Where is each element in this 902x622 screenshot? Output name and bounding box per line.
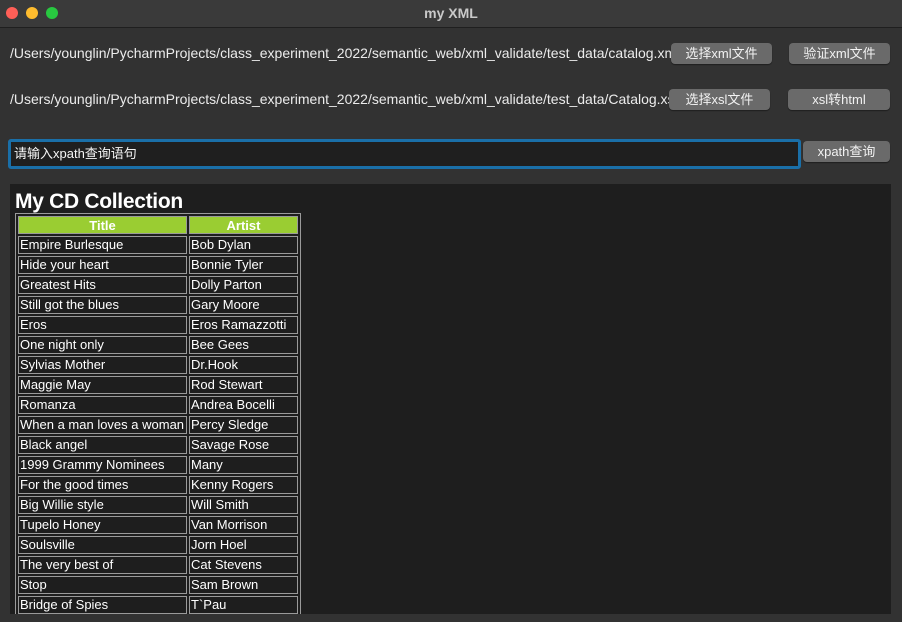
table-row: Big Willie style Will Smith	[18, 496, 298, 514]
table-row: 1999 Grammy Nominees Many	[18, 456, 298, 474]
table-row: Empire Burlesque Bob Dylan	[18, 236, 298, 254]
cell-title: Soulsville	[18, 536, 187, 554]
cell-artist: Many	[189, 456, 298, 474]
cell-title: Big Willie style	[18, 496, 187, 514]
result-heading: My CD Collection	[15, 190, 183, 213]
xpath-input[interactable]	[8, 139, 801, 169]
select-xsl-button[interactable]: 选择xsl文件	[669, 89, 770, 110]
cell-title: Hide your heart	[18, 256, 187, 274]
cell-title: Stop	[18, 576, 187, 594]
table-row: Tupelo Honey Van Morrison	[18, 516, 298, 534]
cell-artist: T`Pau	[189, 596, 298, 614]
table-header-row: Title Artist	[18, 216, 298, 234]
xsl-to-html-button[interactable]: xsl转html	[788, 89, 890, 110]
cell-artist: Bonnie Tyler	[189, 256, 298, 274]
cell-artist: Bob Dylan	[189, 236, 298, 254]
cell-artist: Will Smith	[189, 496, 298, 514]
cell-title: The very best of	[18, 556, 187, 574]
xpath-query-button[interactable]: xpath查询	[803, 141, 890, 162]
table-row: One night only Bee Gees	[18, 336, 298, 354]
cell-artist: Dolly Parton	[189, 276, 298, 294]
table-row: Stop Sam Brown	[18, 576, 298, 594]
cell-artist: Andrea Bocelli	[189, 396, 298, 414]
cell-title: Sylvias Mother	[18, 356, 187, 374]
validate-xml-button[interactable]: 验证xml文件	[789, 43, 890, 64]
cell-artist: Eros Ramazzotti	[189, 316, 298, 334]
cell-title: Black angel	[18, 436, 187, 454]
cell-title: Still got the blues	[18, 296, 187, 314]
table-body: Empire Burlesque Bob Dylan Hide your heart…	[18, 236, 298, 614]
table-row: Greatest Hits Dolly Parton	[18, 276, 298, 294]
cell-artist: Jorn Hoel	[189, 536, 298, 554]
table-row: Sylvias Mother Dr.Hook	[18, 356, 298, 374]
cell-artist: Kenny Rogers	[189, 476, 298, 494]
table-row: Black angel Savage Rose	[18, 436, 298, 454]
table-row: The very best of Cat Stevens	[18, 556, 298, 574]
cell-artist: Dr.Hook	[189, 356, 298, 374]
cell-title: Tupelo Honey	[18, 516, 187, 534]
cell-title: Maggie May	[18, 376, 187, 394]
xsl-file-path: /Users/younglin/PycharmProjects/class_ex…	[10, 91, 678, 107]
cell-artist: Cat Stevens	[189, 556, 298, 574]
cell-artist: Van Morrison	[189, 516, 298, 534]
cell-artist: Rod Stewart	[189, 376, 298, 394]
cell-title: Eros	[18, 316, 187, 334]
cell-artist: Bee Gees	[189, 336, 298, 354]
column-header-title: Title	[18, 216, 187, 234]
select-xml-button[interactable]: 选择xml文件	[671, 43, 772, 64]
cell-title: Empire Burlesque	[18, 236, 187, 254]
app-window: my XML /Users/younglin/PycharmProjects/c…	[0, 0, 902, 622]
cell-title: 1999 Grammy Nominees	[18, 456, 187, 474]
title-bar: my XML	[0, 0, 902, 28]
cell-title: When a man loves a woman	[18, 416, 187, 434]
table-row: When a man loves a woman Percy Sledge	[18, 416, 298, 434]
cell-artist: Gary Moore	[189, 296, 298, 314]
table-row: For the good times Kenny Rogers	[18, 476, 298, 494]
cell-title: For the good times	[18, 476, 187, 494]
cell-title: Bridge of Spies	[18, 596, 187, 614]
result-html-view[interactable]: My CD Collection Title Artist Empire Bur…	[10, 184, 891, 614]
cell-artist: Percy Sledge	[189, 416, 298, 434]
xml-file-path: /Users/younglin/PycharmProjects/class_ex…	[10, 45, 680, 61]
table-row: Soulsville Jorn Hoel	[18, 536, 298, 554]
table-row: Still got the blues Gary Moore	[18, 296, 298, 314]
cell-artist: Sam Brown	[189, 576, 298, 594]
table-row: Bridge of Spies T`Pau	[18, 596, 298, 614]
cell-title: One night only	[18, 336, 187, 354]
table-row: Eros Eros Ramazzotti	[18, 316, 298, 334]
cd-table: Title Artist Empire Burlesque Bob Dylan Hi…	[15, 213, 301, 614]
cell-title: Romanza	[18, 396, 187, 414]
table-row: Romanza Andrea Bocelli	[18, 396, 298, 414]
window-title: my XML	[424, 5, 478, 21]
table-row: Maggie May Rod Stewart	[18, 376, 298, 394]
table-row: Hide your heart Bonnie Tyler	[18, 256, 298, 274]
cell-title: Greatest Hits	[18, 276, 187, 294]
column-header-artist: Artist	[189, 216, 298, 234]
cell-artist: Savage Rose	[189, 436, 298, 454]
